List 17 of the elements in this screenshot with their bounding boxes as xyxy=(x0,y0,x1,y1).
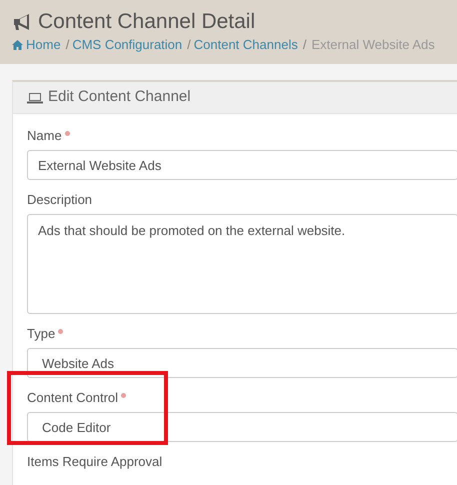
select-field[interactable]: Website Ads xyxy=(27,348,457,378)
page-title: Content Channel Detail xyxy=(38,9,256,35)
panel-title: Edit Content Channel xyxy=(48,87,191,108)
field-label: Name xyxy=(27,128,62,144)
input-field[interactable]: External Website Ads xyxy=(27,150,457,180)
breadcrumb-separator: / xyxy=(302,36,306,54)
laptop-icon xyxy=(27,92,43,104)
breadcrumb-separator: / xyxy=(187,36,191,54)
breadcrumb-separator: / xyxy=(66,36,70,54)
select-field[interactable]: Code Editor xyxy=(27,412,457,442)
textarea-field[interactable]: Ads that should be promoted on the external website. xyxy=(27,214,457,314)
field-label: Type xyxy=(27,326,56,342)
field-label: Description xyxy=(27,192,92,208)
breadcrumb-current: External Website Ads xyxy=(311,36,435,54)
field-label: Content Control xyxy=(27,390,118,406)
field-label: Items Require Approval xyxy=(27,454,162,470)
home-icon xyxy=(12,40,23,50)
